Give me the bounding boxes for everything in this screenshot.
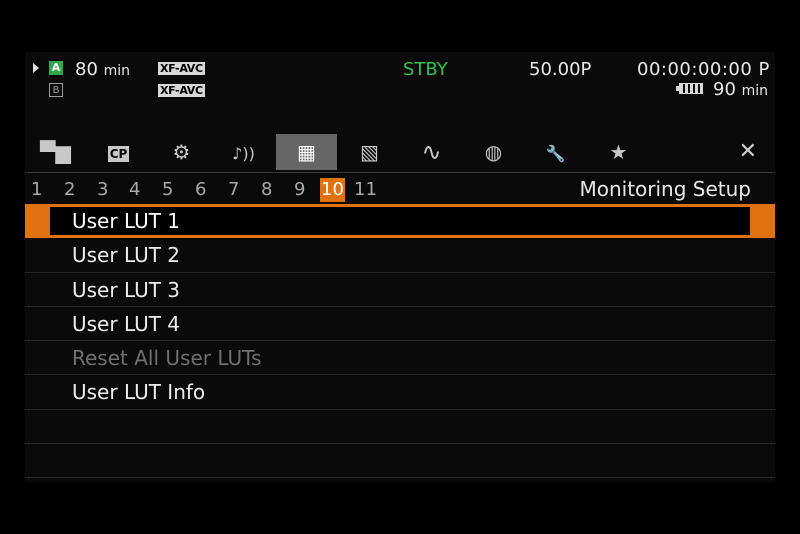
- page-number[interactable]: 8: [261, 178, 272, 202]
- recording-format-b: XF-AVC: [158, 84, 205, 97]
- page-number-active[interactable]: 10: [320, 178, 345, 202]
- battery-icon: [676, 83, 703, 94]
- menu-item-label: User LUT 1: [72, 209, 181, 233]
- menu-item-user-lut-3[interactable]: User LUT 3: [25, 273, 775, 307]
- page-number[interactable]: 5: [162, 178, 173, 202]
- page-number[interactable]: 7: [228, 178, 239, 202]
- menu-item-user-lut-4[interactable]: User LUT 4: [25, 307, 775, 342]
- page-selector: 1 2 3 4 5 6 7 8 9 10 11 Monitoring Setup: [25, 172, 775, 205]
- frame-rate: 50.00P: [529, 59, 592, 80]
- page-number[interactable]: 2: [64, 178, 75, 202]
- operation-mode-status: STBY: [403, 59, 448, 80]
- status-bar: A B 80 min XF-AVC XF-AVC STBY 50.00P 00:…: [25, 52, 775, 130]
- menu-item-user-lut-2[interactable]: User LUT 2: [25, 238, 775, 273]
- system-setup-icon[interactable]: 🔧: [525, 134, 586, 170]
- section-title: Monitoring Setup: [579, 177, 751, 201]
- playback-icon[interactable]: ◍: [463, 134, 524, 170]
- remaining-record-time: 80 min: [75, 59, 131, 80]
- menu-list: User LUT 1 User LUT 2 User LUT 3 User LU…: [25, 204, 775, 479]
- my-menu-icon[interactable]: ★: [588, 134, 649, 170]
- close-icon[interactable]: ✕: [739, 134, 757, 170]
- custom-picture-icon[interactable]: CP: [88, 134, 149, 170]
- camera-setup-icon[interactable]: ⚙: [151, 134, 212, 170]
- menu-tab-bar: ▀▆ CP ⚙ ♪)) ▦ ▧ ∿ ◍ 🔧 ★ ✕: [25, 134, 775, 170]
- menu-item-label: User LUT 4: [72, 311, 181, 336]
- menu-item-reset-all-user-luts: Reset All User LUTs: [25, 341, 775, 376]
- page-number[interactable]: 1: [31, 178, 42, 202]
- camera-icon[interactable]: ▀▆: [25, 134, 86, 170]
- camera-menu-screen: A B 80 min XF-AVC XF-AVC STBY 50.00P 00:…: [25, 52, 775, 482]
- menu-item-empty: [25, 444, 775, 479]
- page-number[interactable]: 4: [129, 178, 140, 202]
- play-icon: [33, 63, 39, 73]
- menu-item-label: User LUT Info: [72, 380, 206, 405]
- menu-item-label: Reset All User LUTs: [72, 346, 262, 371]
- battery-remaining-time: 90 min: [713, 79, 769, 100]
- audio-icon[interactable]: ♪)): [213, 134, 274, 170]
- page-number[interactable]: 6: [195, 178, 206, 202]
- network-icon[interactable]: ∿: [401, 134, 462, 170]
- menu-item-label: User LUT 2: [72, 243, 181, 268]
- page-number[interactable]: 11: [354, 178, 377, 202]
- menu-item-label: User LUT 3: [72, 277, 181, 302]
- timecode: 00:00:00:00 P: [637, 59, 770, 80]
- page-number[interactable]: 3: [97, 178, 108, 202]
- recording-media-icon[interactable]: ▧: [339, 134, 400, 170]
- menu-item-empty: [25, 410, 775, 445]
- page-number[interactable]: 9: [294, 178, 305, 202]
- card-slot-a-icon: A: [49, 61, 63, 75]
- recording-format-a: XF-AVC: [158, 62, 205, 75]
- menu-item-user-lut-info[interactable]: User LUT Info: [25, 375, 775, 410]
- menu-item-user-lut-1[interactable]: User LUT 1: [25, 204, 775, 239]
- monitoring-setup-icon[interactable]: ▦: [276, 134, 337, 170]
- card-slot-b-icon: B: [49, 83, 63, 97]
